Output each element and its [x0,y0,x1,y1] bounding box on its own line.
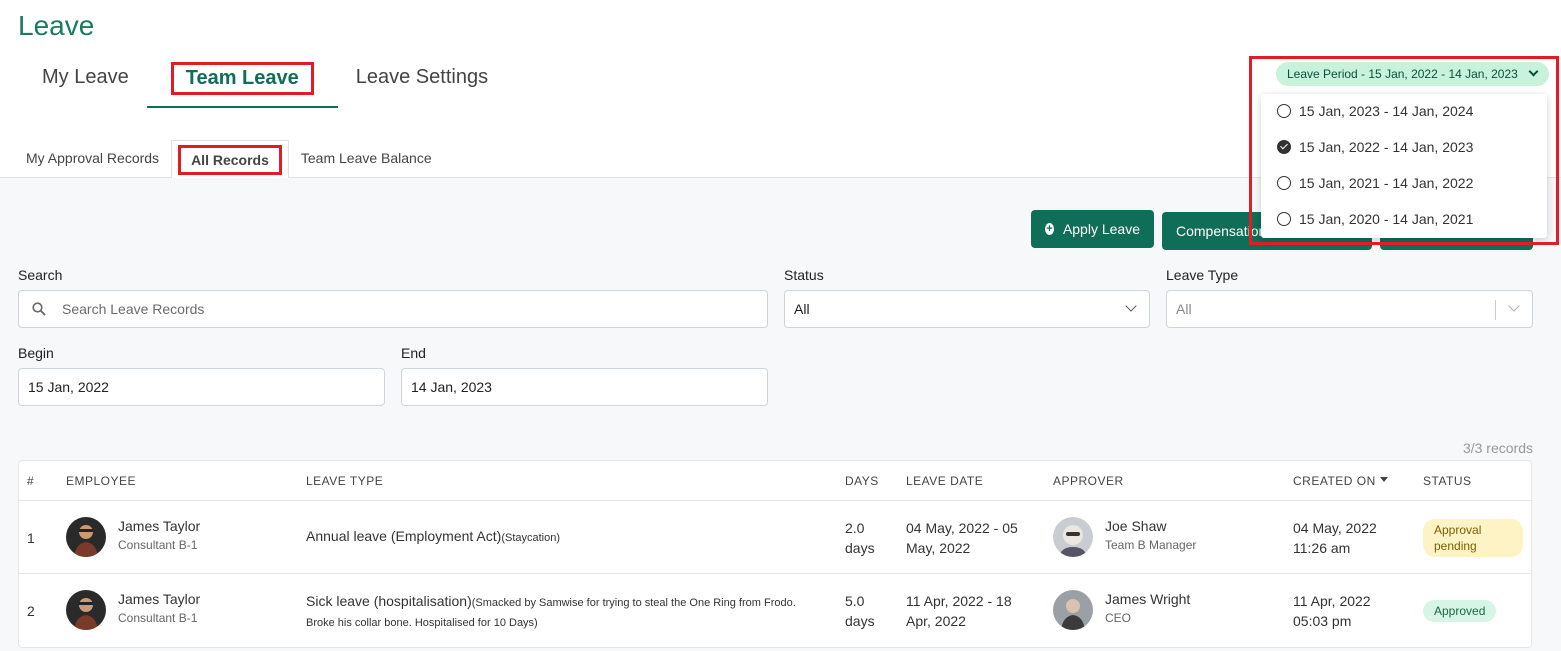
end-date-field[interactable]: 14 Jan, 2023 [401,368,768,406]
leave-date-line-1: 11 Apr, 2022 - 18 [906,593,1012,609]
tab-label: Team Leave [170,62,314,95]
days-value: 5.0 [845,593,865,609]
created-on-cell: 11 Apr, 2022 05:03 pm [1293,591,1371,631]
avatar [66,517,106,557]
status-badge: Approved [1423,600,1497,622]
table-header: # EMPLOYEE LEAVE TYPE DAYS LEAVE DATE AP… [19,461,1531,501]
tab-label: Leave Settings [355,66,489,88]
employee-title: Consultant B-1 [118,538,198,552]
created-date: 04 May, 2022 [1293,520,1377,536]
leave-note: (Staycation) [501,532,561,544]
highlight-box [1249,56,1559,245]
approver-cell: Joe Shaw Team B Manager [1105,518,1196,552]
approver-title: CEO [1105,611,1132,625]
end-label: End [401,345,426,361]
status-select[interactable]: All [784,290,1150,328]
days-unit: days [845,540,875,556]
search-input[interactable] [62,301,758,317]
created-on-cell: 04 May, 2022 11:26 am [1293,518,1377,558]
leave-date-line-1: 04 May, 2022 - 05 [906,520,1018,536]
col-days[interactable]: DAYS [845,474,879,488]
approver-name[interactable]: Joe Shaw [1105,518,1196,534]
end-date-value: 14 Jan, 2023 [411,379,492,395]
search-label: Search [18,267,63,283]
employee-cell: James Taylor Consultant B-1 [118,591,200,625]
days-value: 2.0 [845,520,865,536]
search-icon [32,302,46,316]
employee-title: Consultant B-1 [118,611,198,625]
approver-title: Team B Manager [1105,538,1197,552]
search-field [18,290,768,328]
approver-cell: James Wright CEO [1105,591,1190,625]
col-employee[interactable]: EMPLOYEE [66,474,136,488]
created-time: 05:03 pm [1293,613,1352,629]
main-tabs: My Leave Team Leave Leave Settings [24,52,506,108]
status-label: Status [784,267,824,283]
apply-leave-button[interactable]: + Apply Leave [1031,210,1154,248]
created-date: 11 Apr, 2022 [1293,593,1371,609]
records-count: 3/3 records [1462,440,1533,456]
tab-leave-settings[interactable]: Leave Settings [338,52,506,108]
days-unit: days [845,613,875,629]
col-leave-type[interactable]: LEAVE TYPE [306,474,383,488]
leave-type-cell: Sick leave (hospitalisation)(Smacked by … [306,591,816,633]
apply-leave-label: Apply Leave [1062,221,1140,237]
chevron-down-icon [1125,300,1137,312]
approver-avatar [1053,590,1093,630]
status-badge: Approval pending [1423,519,1523,557]
leave-date-cell: 04 May, 2022 - 05 May, 2022 [906,518,1018,558]
leave-date-line-2: May, 2022 [906,540,971,556]
row-number: 1 [27,530,35,546]
employee-name[interactable]: James Taylor [118,518,200,534]
leave-note-continued: Broke his collar bone. Hospitalised for … [306,617,538,629]
days-cell: 5.0 days [845,591,875,631]
table-row[interactable]: 1 James Taylor Consultant B-1 Annual lea… [19,501,1531,574]
plus-circle-icon: + [1045,223,1054,235]
employee-cell: James Taylor Consultant B-1 [118,518,200,552]
leave-type-select[interactable]: All [1166,290,1533,328]
col-created-on[interactable]: CREATED ON [1293,474,1376,488]
begin-date-value: 15 Jan, 2022 [28,379,109,395]
table-row[interactable]: 2 James Taylor Consultant B-1 Sick leave… [19,574,1531,647]
leave-type-name: Sick leave (hospitalisation) [306,593,472,609]
leave-type-name: Annual leave (Employment Act) [306,528,502,544]
chevron-down-icon [1508,300,1520,312]
select-separator [1495,300,1496,320]
col-status[interactable]: STATUS [1423,474,1472,488]
subtab-team-leave-balance[interactable]: Team Leave Balance [289,140,444,178]
sort-down-icon[interactable] [1380,477,1388,482]
tab-label: My Leave [42,66,129,88]
leave-note: (Smacked by Samwise for trying to steal … [471,597,796,609]
leave-records-table: # EMPLOYEE LEAVE TYPE DAYS LEAVE DATE AP… [18,460,1532,648]
begin-date-field[interactable]: 15 Jan, 2022 [18,368,385,406]
subtab-all-records[interactable]: All Records [171,140,289,179]
page-title: Leave [18,10,95,41]
row-number: 2 [27,603,35,619]
col-num: # [27,474,35,488]
approver-name[interactable]: James Wright [1105,591,1190,607]
begin-label: Begin [18,345,54,361]
approver-avatar [1053,517,1093,557]
avatar [66,590,106,630]
subtab-label: My Approval Records [26,150,160,166]
col-approver[interactable]: APPROVER [1053,474,1124,488]
col-leave-date[interactable]: LEAVE DATE [906,474,983,488]
leave-date-cell: 11 Apr, 2022 - 18 Apr, 2022 [906,591,1012,631]
subtab-label: Team Leave Balance [300,150,432,166]
tab-my-leave[interactable]: My Leave [24,52,147,108]
subtab-my-approval-records[interactable]: My Approval Records [14,140,171,178]
tab-team-leave[interactable]: Team Leave [146,52,338,108]
created-time: 11:26 am [1293,540,1351,556]
leave-type-label: Leave Type [1166,267,1239,283]
leave-type-value: All [1176,301,1192,317]
status-value: All [794,301,810,317]
employee-name[interactable]: James Taylor [118,591,200,607]
days-cell: 2.0 days [845,518,875,558]
leave-date-line-2: Apr, 2022 [906,613,966,629]
subtab-label: All Records [178,145,282,175]
leave-type-cell: Annual leave (Employment Act)(Staycation… [306,528,560,544]
